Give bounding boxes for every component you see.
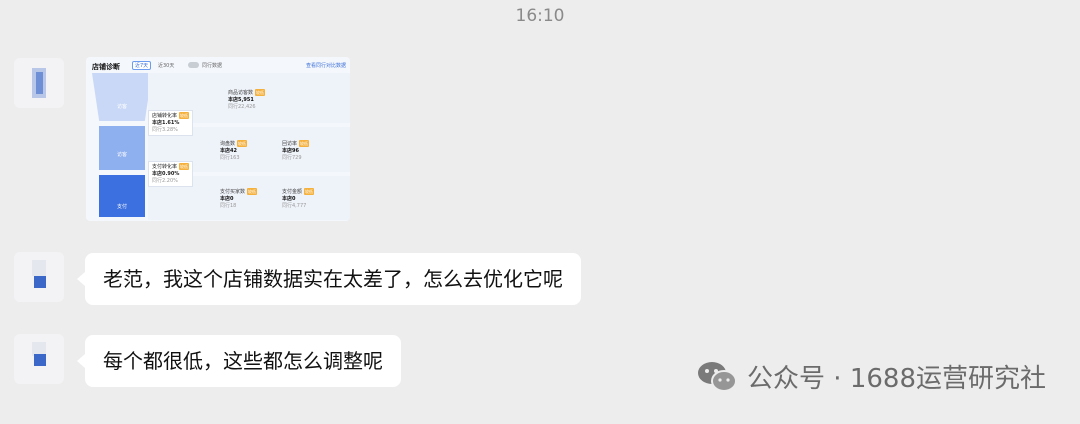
watermark-text: 公众号 · 1688运营研究社 <box>747 364 1046 394</box>
metric-name: 店铺转化率 <box>152 113 178 119</box>
message-bubble[interactable]: 老范，我这个店铺数据实在太差了，怎么去优化它呢 <box>77 253 581 305</box>
metric-tag: 较低 <box>255 89 266 96</box>
metric-value: 本店0.90% <box>152 171 180 177</box>
metric-tag: 较低 <box>237 140 248 147</box>
metric-inquiries: 询盘数 较低 本店42 同行163 <box>220 140 248 162</box>
metric-compare: 同行3.28% <box>152 127 178 133</box>
metric-payment-amount: 支付金额 较低 本店0 同行4,777 <box>282 188 315 210</box>
dashboard-title: 店铺诊断 <box>92 63 120 71</box>
metric-name: 商品访客数 <box>228 90 254 96</box>
metric-paying-buyers: 支付买家数 较低 本店0 同行18 <box>220 188 258 210</box>
metric-value: 本店42 <box>220 148 237 154</box>
metric-compare: 同行18 <box>220 203 237 209</box>
metric-visitors: 商品访客数 较低 本店5,951 同行22,426 <box>228 89 266 111</box>
metric-name: 回访率 <box>282 141 298 147</box>
metric-compare: 同行4,777 <box>282 203 307 209</box>
avatar[interactable] <box>14 334 64 384</box>
metric-value: 本店5,951 <box>228 97 254 103</box>
avatar[interactable] <box>14 58 64 108</box>
wechat-icon <box>697 360 738 394</box>
metric-return-rate: 回访率 较低 本店96 同行729 <box>282 140 310 162</box>
metric-tag: 较低 <box>179 112 190 119</box>
toggle-label: 同行数据 <box>202 63 223 69</box>
compare-link: 查看同行对比数据 <box>305 63 346 69</box>
metric-value: 本店0 <box>220 196 234 202</box>
range-alt: 近30天 <box>158 63 175 69</box>
metric-tag: 较低 <box>299 140 310 147</box>
metric-value: 本店1.61% <box>152 120 180 126</box>
range-chip: 近7天 <box>132 61 152 70</box>
metric-name: 支付金额 <box>282 189 303 195</box>
metric-name: 支付买家数 <box>220 189 246 195</box>
toggle <box>188 62 199 68</box>
message-text: 每个都很低，这些都怎么调整呢 <box>103 349 383 373</box>
metric-value: 本店0 <box>282 196 296 202</box>
metric-value: 本店96 <box>282 148 299 154</box>
message-bubble[interactable]: 每个都很低，这些都怎么调整呢 <box>77 335 401 387</box>
timestamp: 16:10 <box>515 6 565 26</box>
metric-compare: 同行163 <box>220 155 240 161</box>
metric-compare: 同行729 <box>282 155 302 161</box>
funnel-stage-1: 访客 <box>92 73 152 121</box>
metric-tag: 较低 <box>179 163 190 170</box>
metric-name: 询盘数 <box>220 141 236 147</box>
metric-compare: 同行22,426 <box>228 104 256 110</box>
image-message[interactable]: 店铺诊断 近7天 近30天 同行数据 查看同行对比数据 访客 访客 支付 商品访… <box>86 57 350 221</box>
funnel-stage-2: 访客 <box>99 126 145 170</box>
metric-store-conversion: 店铺转化率 较低 本店1.61% 同行3.28% <box>148 110 194 136</box>
metric-tag: 较低 <box>247 188 258 195</box>
funnel-stage-3: 支付 <box>99 175 145 217</box>
message-text: 老范，我这个店铺数据实在太差了，怎么去优化它呢 <box>103 267 563 291</box>
metric-tag: 较低 <box>304 188 315 195</box>
metric-name: 支付转化率 <box>152 164 178 170</box>
metric-payment-conversion: 支付转化率 较低 本店0.90% 同行2.20% <box>148 161 194 187</box>
watermark: 公众号 · 1688运营研究社 <box>697 358 1046 395</box>
avatar[interactable] <box>14 252 64 302</box>
metric-compare: 同行2.20% <box>152 178 178 184</box>
